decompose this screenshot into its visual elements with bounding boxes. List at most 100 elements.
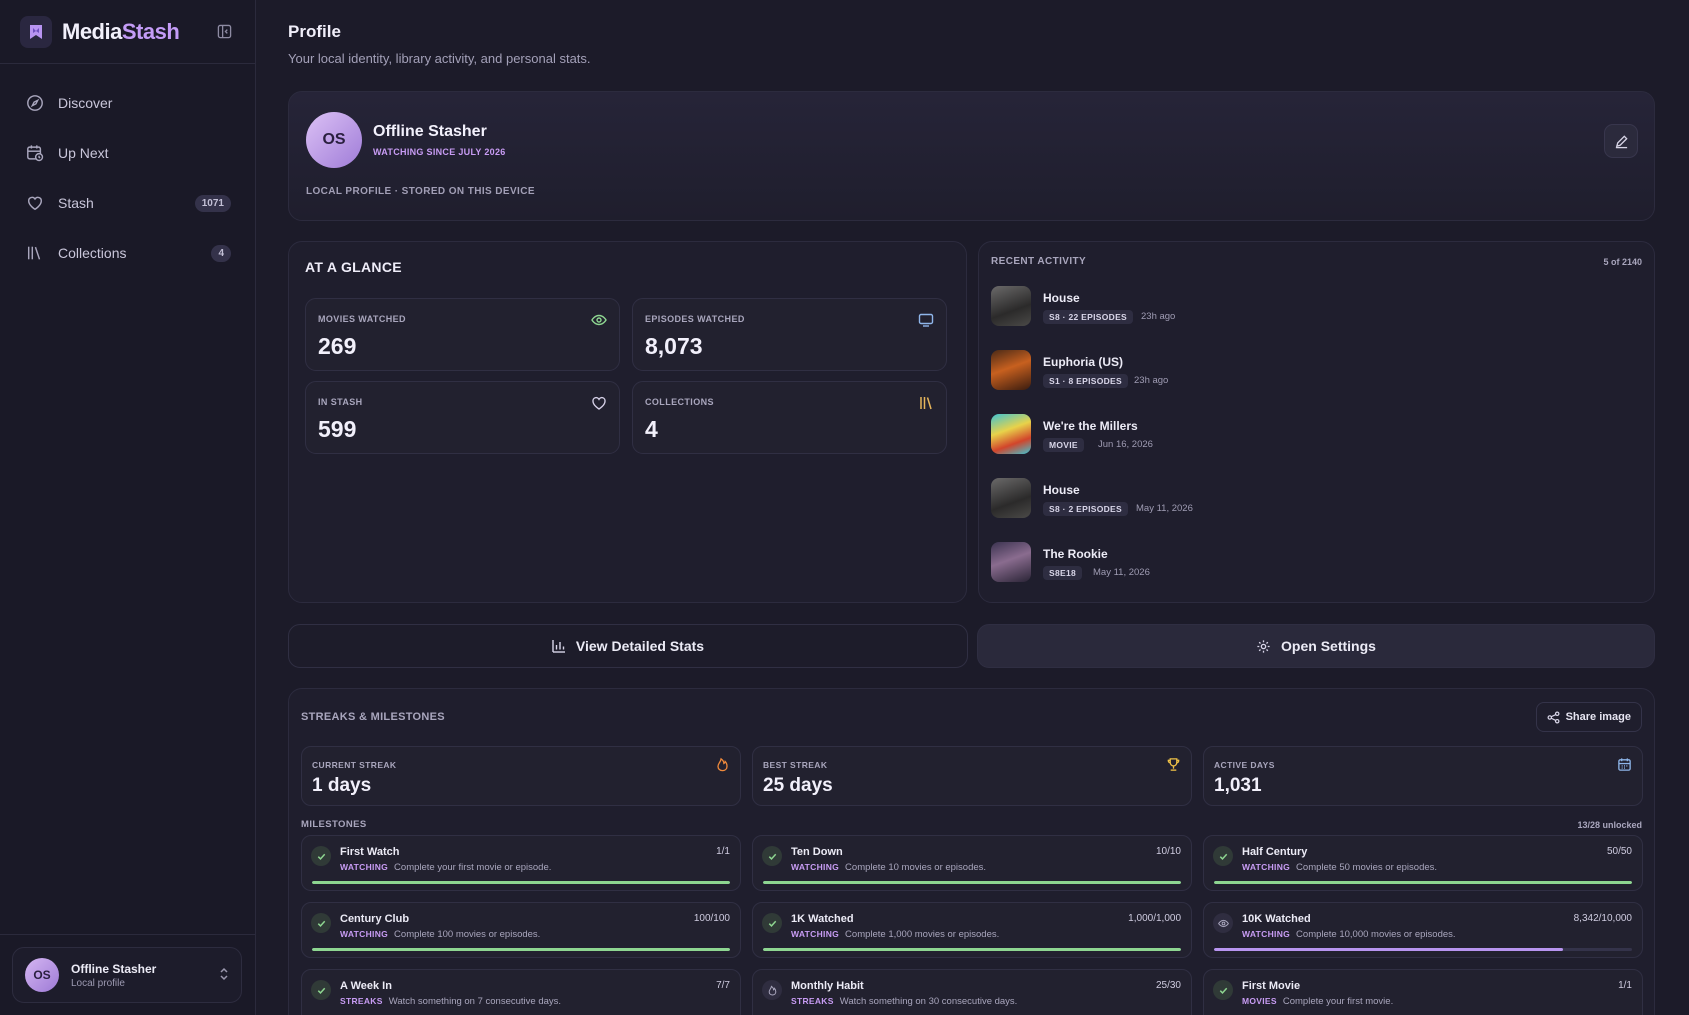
- sidebar-nav: Discover Up Next Stash 1071 Collections …: [0, 64, 255, 278]
- brand-name-primary: Media: [62, 18, 122, 44]
- milestones-unlocked-count: 13/28 unlocked: [1577, 820, 1642, 830]
- milestone-card: First Movie 1/1 MOVIES Complete your first …: [1203, 969, 1643, 1015]
- share-image-label: Share image: [1565, 711, 1631, 723]
- stat-value: 599: [318, 416, 357, 442]
- milestone-description: Watch something on 7 consecutive days.: [388, 996, 562, 1007]
- streak-label: ACTIVE DAYS: [1214, 760, 1275, 770]
- milestone-category: STREAKS Watch something on 7 consecutive …: [340, 996, 561, 1007]
- sidebar-item-stash[interactable]: Stash 1071: [0, 178, 255, 228]
- milestone-card: 1K Watched 1,000/1,000 WATCHING Complete 1,…: [752, 902, 1192, 958]
- milestone-progress-bar: [1214, 881, 1632, 884]
- activity-title: House: [1043, 291, 1080, 305]
- milestone-category-label: MOVIES: [1242, 996, 1277, 1006]
- sidebar: MediaStash Discover Up Next Stash 1071 C…: [0, 0, 256, 1015]
- brand: MediaStash: [0, 0, 255, 64]
- sidebar-item-collections[interactable]: Collections 4: [0, 228, 255, 278]
- activity-tag: MOVIE: [1043, 438, 1084, 452]
- milestone-category-label: STREAKS: [791, 996, 834, 1006]
- milestone-card: Half Century 50/50 WATCHING Complete 50 mov…: [1203, 835, 1643, 891]
- library-icon: [918, 395, 934, 411]
- user-switcher[interactable]: OS Offline Stasher Local profile: [12, 947, 242, 1003]
- stat-label: IN STASH: [318, 397, 363, 407]
- milestone-description: Complete 10,000 movies or episodes.: [1296, 929, 1456, 940]
- milestone-progress-fill: [763, 881, 1181, 884]
- activity-tag: S1 · 8 EPISODES: [1043, 374, 1128, 388]
- streak-label: CURRENT STREAK: [312, 760, 397, 770]
- activity-title: The Rookie: [1043, 547, 1108, 561]
- milestone-name: First Watch: [340, 846, 400, 858]
- view-detailed-stats-label: View Detailed Stats: [575, 638, 705, 654]
- activity-time: May 11, 2026: [1136, 503, 1193, 514]
- user-subtitle: Local profile: [71, 977, 125, 989]
- activity-time: Jun 16, 2026: [1098, 439, 1153, 450]
- sidebar-item-label: Discover: [58, 95, 113, 111]
- milestone-progress-fill: [1214, 948, 1563, 951]
- milestone-progress-bar: [1214, 948, 1632, 951]
- chevron-up-down-icon: [219, 967, 229, 983]
- milestone-category: WATCHING Complete 50 movies or episodes.: [1242, 862, 1437, 873]
- view-detailed-stats-button[interactable]: View Detailed Stats: [288, 624, 968, 668]
- calendar-clock-icon: [24, 142, 46, 164]
- profile-storage-note: LOCAL PROFILE · STORED ON THIS DEVICE: [306, 186, 535, 197]
- milestone-progress: 1/1: [1618, 980, 1632, 991]
- milestone-progress: 25/30: [1155, 980, 1181, 991]
- profile-name: Offline Stasher: [373, 123, 487, 140]
- stat-label: COLLECTIONS: [645, 397, 714, 407]
- milestone-category-label: WATCHING: [340, 862, 389, 872]
- activity-item[interactable]: House S8 · 2 EPISODES May 11, 2026: [991, 478, 1631, 520]
- milestone-progress-fill: [763, 948, 1181, 951]
- milestone-description: Complete 10 movies or episodes.: [845, 862, 987, 873]
- profile-card: OS Offline Stasher WATCHING SINCE JULY 2…: [288, 91, 1655, 221]
- milestone-name: 10K Watched: [1242, 913, 1311, 925]
- activity-tag: S8E18: [1043, 566, 1083, 580]
- open-settings-button[interactable]: Open Settings: [977, 624, 1655, 668]
- sidebar-item-label: Stash: [58, 195, 94, 211]
- stat-collections: COLLECTIONS 4: [632, 381, 947, 454]
- stat-value: 4: [645, 416, 658, 442]
- milestone-progress-bar: [312, 881, 730, 884]
- activity-item[interactable]: We're the Millers MOVIE Jun 16, 2026: [991, 414, 1631, 456]
- milestone-category-label: WATCHING: [791, 862, 840, 872]
- check-icon: [311, 846, 331, 866]
- milestone-category: WATCHING Complete 10,000 movies or episod…: [1242, 929, 1456, 940]
- sidebar-item-label: Collections: [58, 245, 127, 261]
- milestone-category: WATCHING Complete your first movie or epi…: [340, 862, 551, 873]
- activity-item[interactable]: Euphoria (US) S1 · 8 EPISODES 23h ago: [991, 350, 1631, 392]
- milestone-progress-bar: [763, 948, 1181, 951]
- sidebar-divider: [0, 934, 256, 935]
- activity-item[interactable]: The Rookie S8E18 May 11, 2026: [991, 542, 1631, 584]
- milestone-category: MOVIES Complete your first movie.: [1242, 996, 1393, 1007]
- active-days-box: ACTIVE DAYS 1,031: [1203, 746, 1643, 806]
- milestone-category: STREAKS Watch something on 30 consecutive…: [791, 996, 1017, 1007]
- milestone-name: Half Century: [1242, 846, 1308, 858]
- milestone-progress: 1,000/1,000: [1128, 913, 1181, 924]
- poster-thumbnail: [991, 414, 1031, 454]
- avatar: OS: [306, 112, 362, 168]
- sidebar-collapse-icon[interactable]: [213, 21, 235, 43]
- share-image-button[interactable]: Share image: [1535, 702, 1642, 732]
- recent-activity-title: RECENT ACTIVITY: [991, 256, 1087, 267]
- media-stash-logo-icon[interactable]: [20, 15, 52, 48]
- milestone-description: Complete 100 movies or episodes.: [394, 929, 541, 940]
- heart-icon: [591, 395, 607, 411]
- milestone-progress: 100/100: [693, 913, 730, 924]
- sidebar-item-up-next[interactable]: Up Next: [0, 128, 255, 178]
- milestone-description: Complete your first movie or episode.: [394, 862, 552, 873]
- check-icon: [311, 980, 331, 1000]
- flame-icon: [715, 757, 730, 772]
- edit-profile-button[interactable]: [1604, 124, 1638, 158]
- activity-time: May 11, 2026: [1093, 567, 1150, 578]
- milestone-category-label: WATCHING: [340, 929, 389, 939]
- milestones-title: MILESTONES: [301, 819, 367, 830]
- milestone-card: Ten Down 10/10 WATCHING Complete 10 movies …: [752, 835, 1192, 891]
- streak-value: 25 days: [763, 775, 833, 796]
- at-a-glance-title: AT A GLANCE: [305, 259, 402, 275]
- check-icon: [1213, 980, 1233, 1000]
- activity-item[interactable]: House S8 · 22 EPISODES 23h ago: [991, 286, 1631, 328]
- milestone-progress-fill: [1214, 881, 1632, 884]
- milestone-category-label: STREAKS: [340, 996, 383, 1006]
- milestone-progress-bar: [763, 881, 1181, 884]
- milestone-description: Complete your first movie.: [1282, 996, 1394, 1007]
- compass-icon: [24, 92, 46, 114]
- sidebar-item-discover[interactable]: Discover: [0, 78, 255, 128]
